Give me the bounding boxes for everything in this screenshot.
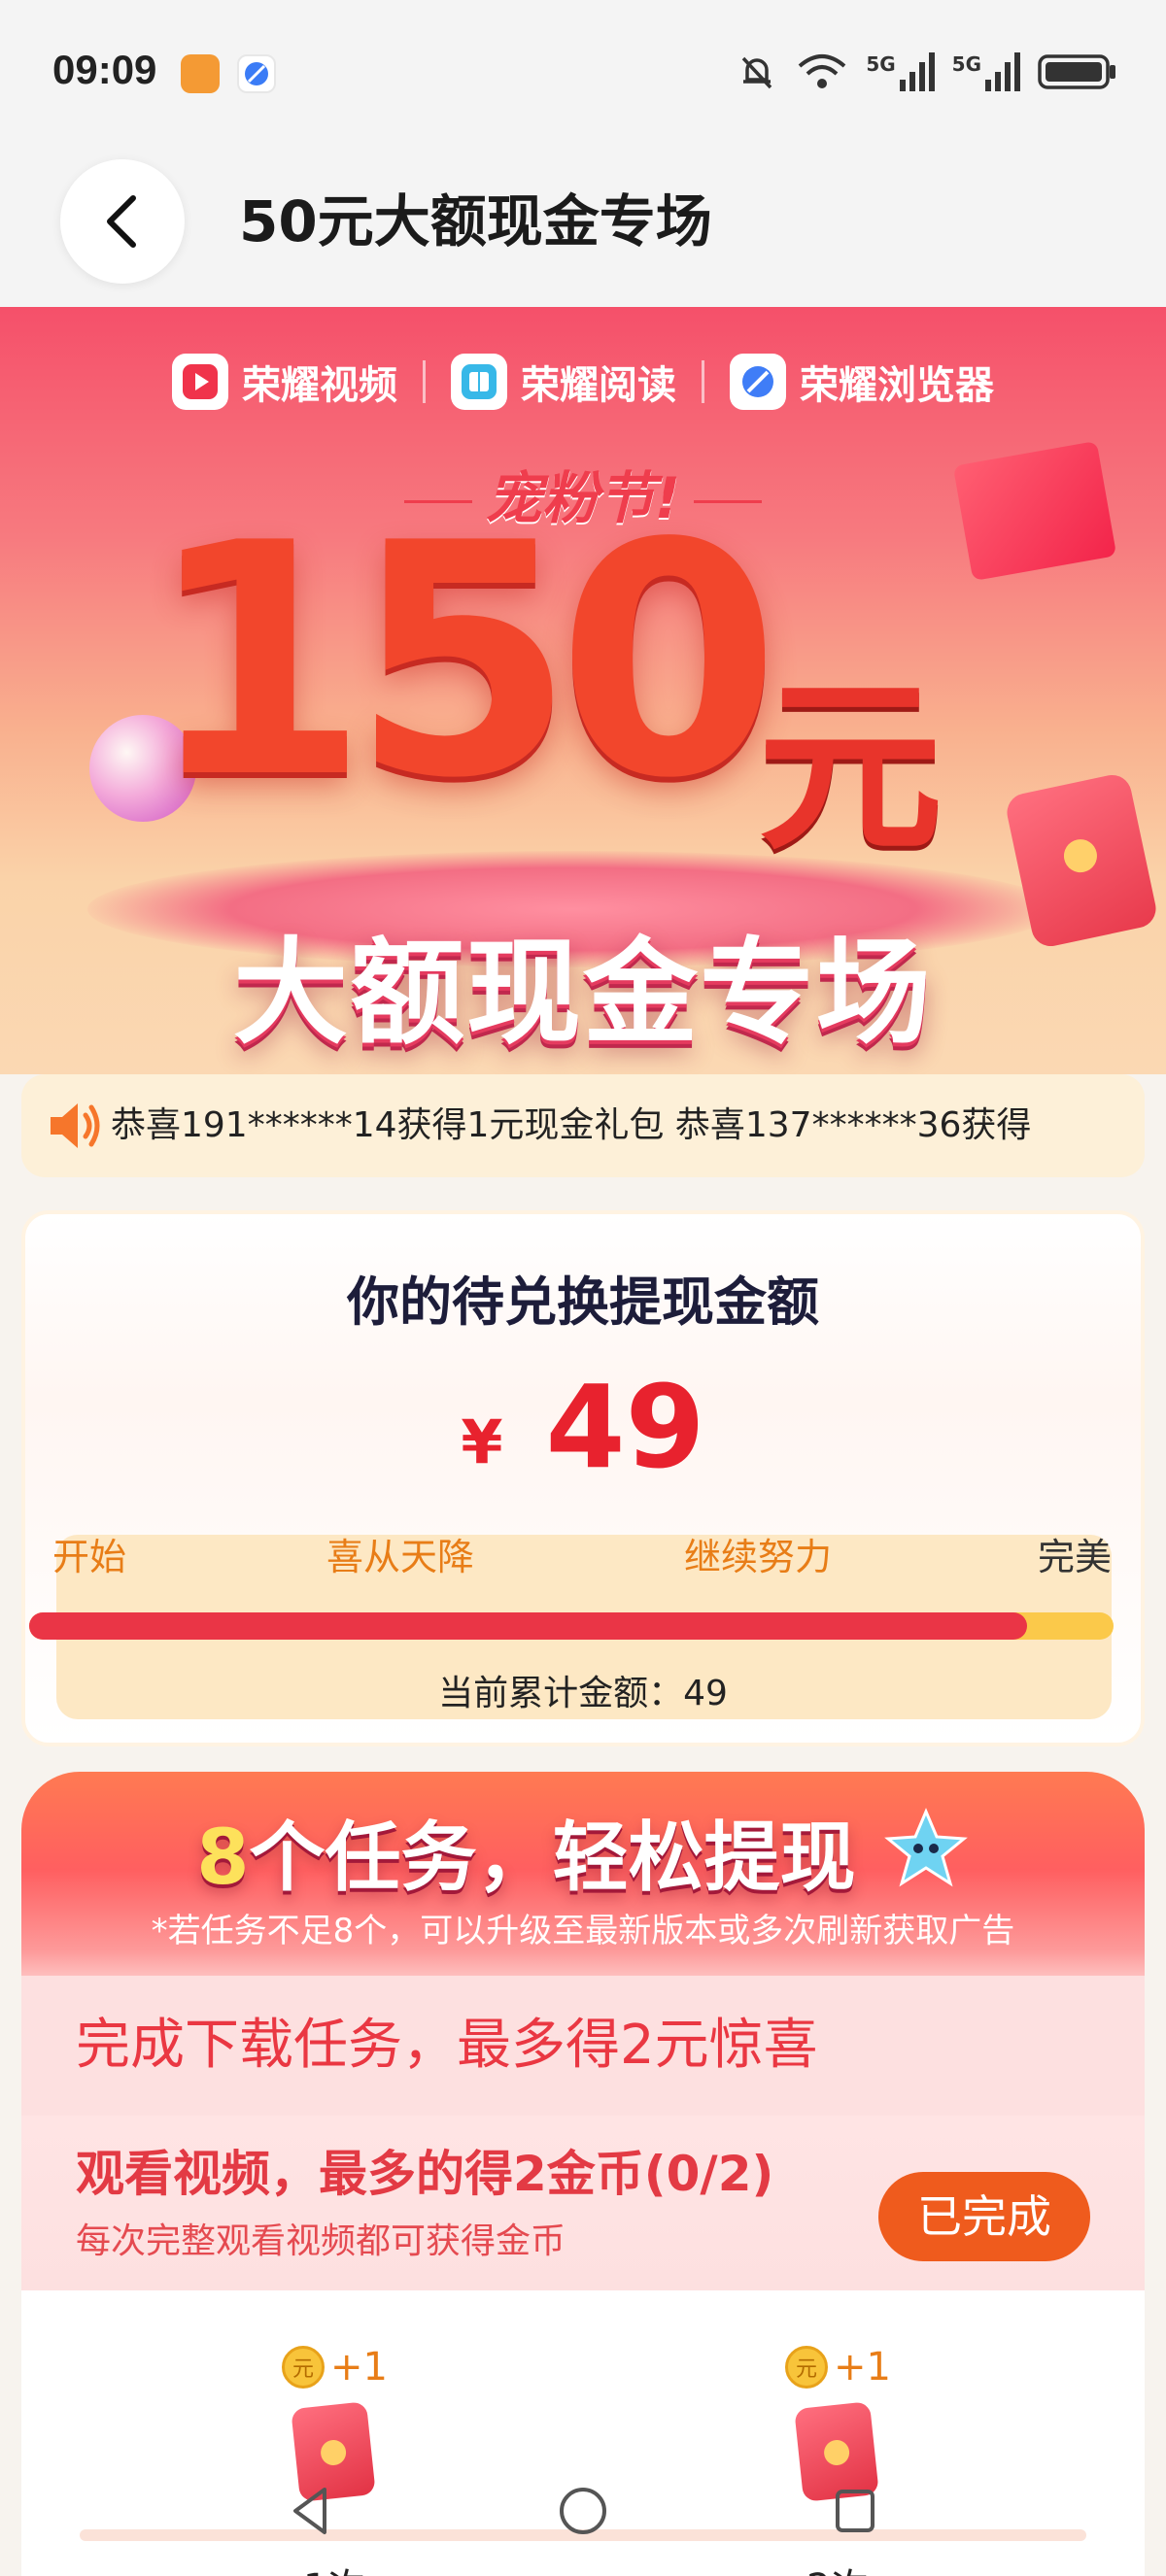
status-time: 09:09: [52, 47, 157, 92]
brand-video: 荣耀视频: [172, 354, 397, 410]
coin-reward-text: +1: [330, 2345, 388, 2390]
brand-label: 荣耀阅读: [521, 363, 676, 408]
tasks-panel: 8个任务，轻松提现 *若任务不足8个，可以升级至最新版本或多次刷新获取广告 完成…: [21, 1772, 1145, 2576]
mute-bell-icon: [742, 56, 772, 89]
tasks-headline: 8个任务，轻松提现: [21, 1797, 1145, 1906]
balance-value: 49: [545, 1360, 705, 1494]
headline-part-2: 轻松提现: [552, 1814, 856, 1902]
network-type-label: 5G: [866, 52, 896, 76]
brand-label: 荣耀浏览器: [800, 363, 994, 408]
wifi-icon: [799, 54, 846, 88]
system-navigation-bar: [0, 2477, 1166, 2545]
accumulated-amount: 当前累计金额：49: [438, 1674, 728, 1713]
page-title: 50元大额现金专场: [239, 188, 712, 254]
download-task-text: 完成下载任务，最多得2元惊喜: [76, 2014, 818, 2077]
network-type-label: 5G: [951, 52, 981, 76]
banner-headline: 大额现金专场: [232, 926, 933, 1060]
status-bar: 09:09 5G 5G: [0, 0, 1166, 146]
brand-browser: 荣耀浏览器: [730, 354, 994, 410]
currency-symbol: ¥: [461, 1407, 503, 1477]
signal-icon-2: 5G: [952, 52, 1020, 91]
notification-browser-app-icon: [237, 54, 276, 93]
video-play-icon: [172, 354, 228, 410]
reward-step-label: 1次: [303, 2557, 366, 2576]
coin-reward-text: +1: [834, 2345, 891, 2390]
reward-step-label: 2次: [806, 2557, 870, 2576]
download-task-banner[interactable]: 完成下载任务，最多得2元惊喜: [21, 1976, 1145, 2116]
task-count: 8: [196, 1814, 250, 1902]
balance-amount: ¥49: [25, 1360, 1141, 1494]
watch-video-task: 观看视频，最多的得2金币(0/2) 每次完整观看视频都可获得金币 已完成: [21, 2116, 1145, 2290]
divider: [702, 360, 704, 403]
tasks-note: *若任务不足8个，可以升级至最新版本或多次刷新获取广告: [151, 1912, 1015, 1950]
app-bar: 50元大额现金专场: [0, 146, 1166, 307]
progress-fill: [29, 1612, 1027, 1640]
nav-back-icon[interactable]: [282, 2482, 340, 2540]
milestone-end: 完美: [1038, 1536, 1113, 1578]
status-icons: 5G 5G: [736, 51, 1117, 93]
brand-reading: 荣耀阅读: [451, 354, 676, 410]
watch-task-title: 观看视频，最多的得2金币(0/2): [76, 2146, 774, 2202]
battery-icon: [1038, 54, 1115, 89]
winner-ticker: 恭喜191******14获得1元现金礼包 恭喜137******36获得: [21, 1074, 1145, 1177]
headline-part-1: 个任务，: [249, 1814, 553, 1902]
milestone-2: 喜从天降: [326, 1536, 475, 1578]
banner-unit: 元: [758, 661, 943, 875]
notification-heart-app-icon: [181, 54, 220, 93]
banner-amount: 150: [146, 475, 780, 848]
completed-button[interactable]: 已完成: [878, 2172, 1090, 2261]
progress-bar: [29, 1612, 1114, 1640]
chevron-left-icon: [107, 195, 136, 248]
promo-banner: 荣耀视频 荣耀阅读 荣耀浏览器 宠粉节! 150 元 大额现金专场: [0, 307, 1166, 1074]
watch-task-subtitle: 每次完整观看视频都可获得金币: [76, 2221, 566, 2261]
nav-home-icon[interactable]: [554, 2482, 612, 2540]
brand-row: 荣耀视频 荣耀阅读 荣耀浏览器: [0, 354, 1166, 410]
star-mascot-icon: [883, 1808, 968, 1887]
divider: [423, 360, 426, 403]
coin-icon: 元: [282, 2346, 325, 2389]
signal-icon-1: 5G: [866, 52, 935, 91]
back-button[interactable]: [60, 159, 185, 284]
brand-label: 荣耀视频: [242, 363, 397, 408]
speaker-icon: [51, 1103, 100, 1148]
milestone-3: 继续努力: [684, 1536, 833, 1578]
book-icon: [451, 354, 507, 410]
ticker-text: 恭喜191******14获得1元现金礼包 恭喜137******36获得: [111, 1105, 1032, 1145]
nav-recents-icon[interactable]: [826, 2482, 884, 2540]
browser-icon: [730, 354, 786, 410]
coin-icon: 元: [785, 2346, 828, 2389]
balance-title: 你的待兑换提现金额: [347, 1271, 819, 1333]
milestone-start: 开始: [52, 1536, 127, 1578]
